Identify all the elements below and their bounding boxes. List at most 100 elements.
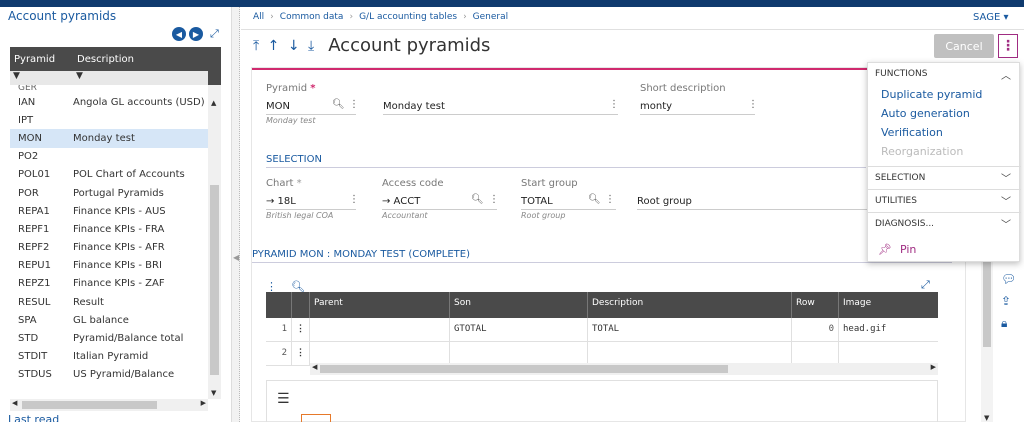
pyramid-description: Angola GL accounts (USD) (73, 96, 205, 108)
list-item[interactable]: REPU1 Finance KPIs - BRI (10, 257, 208, 275)
list-vscroll[interactable]: ▲ ▼ (208, 85, 221, 399)
scroll-left-icon[interactable]: ◀ (312, 363, 317, 371)
menu-functions-header[interactable]: FUNCTIONS ︿ (868, 63, 1021, 85)
filter-icon[interactable]: ▼ (13, 71, 20, 81)
list-item[interactable]: SPA GL balance (10, 311, 208, 329)
breadcrumb: All › Common data › G/L accounting table… (253, 12, 508, 22)
menu-utilities-header[interactable]: UTILITIES ﹀ (868, 189, 1021, 211)
pyramid-description: Pyramid/Balance total (73, 333, 184, 345)
search-icon[interactable]: 🔍︎ (471, 194, 484, 205)
kebab-icon[interactable]: ⋮ (489, 194, 499, 205)
panel-splitter[interactable]: ◀ (232, 7, 240, 422)
search-icon[interactable]: 🔍︎ (588, 194, 601, 205)
field-underline (383, 114, 618, 115)
crumb-common-data[interactable]: Common data (280, 12, 344, 22)
filter-icon[interactable]: ▼ (76, 71, 83, 81)
menu-duplicate-pyramid[interactable]: Duplicate pyramid (881, 88, 982, 101)
kebab-icon[interactable]: ⋮ (292, 318, 310, 341)
scroll-left-icon[interactable]: ◀ (12, 399, 17, 407)
access-code-field[interactable]: → ACCT (382, 196, 420, 207)
pyramid-code: RESUL (18, 296, 51, 308)
col-description[interactable]: Description (588, 292, 792, 318)
list-item[interactable]: RESUL Result (10, 293, 208, 311)
expand-icon[interactable]: ⤢ (921, 278, 930, 292)
menu-auto-generation[interactable]: Auto generation (881, 107, 970, 120)
kebab-icon[interactable]: ⋮ (349, 194, 359, 205)
kebab-icon[interactable]: ⋮ (349, 99, 359, 110)
list-item[interactable]: GER (10, 85, 208, 93)
col-parent[interactable]: Parent (310, 292, 450, 318)
col-pyramid[interactable]: Pyramid (10, 54, 73, 65)
chevron-down-icon: ﹀ (1001, 197, 1011, 208)
pyramid-field[interactable]: MON (266, 101, 290, 112)
short-description-field[interactable]: monty (640, 101, 672, 112)
description-field[interactable]: Monday test (383, 101, 445, 112)
scroll-right-icon[interactable]: ▶ (931, 363, 936, 371)
list-item[interactable]: REPA1 Finance KPIs - AUS (10, 202, 208, 220)
last-read-link[interactable]: Last read (8, 413, 59, 422)
start-group-field[interactable]: TOTAL (521, 196, 553, 207)
record-nav-arrows[interactable]: ⤒ ↑ ↓ ⤓ (253, 38, 316, 54)
list-item[interactable]: POL01 POL Chart of Accounts (10, 166, 208, 184)
list-hscroll[interactable]: ◀ ▶ (10, 399, 208, 411)
list-item[interactable]: POR Portugal Pyramids (10, 184, 208, 202)
col-description[interactable]: Description (73, 54, 134, 65)
scroll-thumb[interactable] (22, 401, 157, 409)
next-icon[interactable]: ▶ (189, 27, 203, 41)
col-son[interactable]: Son (450, 292, 588, 318)
pyramid-code: IAN (18, 96, 36, 108)
list-item[interactable]: STDIT Italian Pyramid (10, 348, 208, 366)
access-code-subtext: Accountant (382, 211, 428, 220)
kebab-icon[interactable]: ⋮ (609, 99, 619, 110)
kebab-icon[interactable]: ⋮ (292, 342, 310, 365)
root-group-field[interactable]: Root group (637, 196, 692, 207)
scroll-up-icon[interactable]: ▲ (211, 99, 216, 107)
list-item[interactable]: MON Monday test (10, 129, 208, 148)
scroll-down-icon[interactable]: ▼ (211, 389, 216, 397)
prev-icon[interactable]: ◀ (172, 27, 186, 41)
pin-menu-item[interactable]: 📌︎ Pin (878, 243, 916, 256)
list-item[interactable]: IPT (10, 111, 208, 129)
share-icon[interactable]: ⇪ (1001, 294, 1016, 308)
scroll-right-icon[interactable]: ▶ (201, 399, 206, 407)
crumb-all[interactable]: All (253, 12, 264, 22)
list-item[interactable]: STD Pyramid/Balance total (10, 329, 208, 347)
menu-verification[interactable]: Verification (881, 126, 943, 139)
field-underline (382, 209, 497, 210)
list-item[interactable]: IAN Angola GL accounts (USD) (10, 93, 208, 111)
chart-field[interactable]: → 18L (266, 196, 296, 207)
list-item[interactable]: PO2 (10, 148, 208, 166)
pyramid-description: Portugal Pyramids (73, 187, 164, 199)
scroll-thumb[interactable] (210, 185, 219, 375)
expand-icon[interactable]: ⤢ (210, 27, 219, 41)
scroll-thumb[interactable] (320, 365, 728, 373)
kebab-icon[interactable]: ⋮ (748, 99, 758, 110)
comment-icon[interactable]: 💬︎ (1001, 272, 1016, 286)
chart-label: Chart * (266, 178, 302, 189)
pyramid-code: STDUS (18, 369, 52, 381)
list-item[interactable]: REPF2 Finance KPIs - AFR (10, 239, 208, 257)
list-item[interactable]: REPF1 Finance KPIs - FRA (10, 220, 208, 238)
table-row[interactable]: 1 ⋮ GTOTAL TOTAL 0 head.gif (266, 318, 938, 342)
list-item[interactable]: REPZ1 Finance KPIs - ZAF (10, 275, 208, 293)
scroll-down-icon[interactable]: ▼ (984, 414, 989, 422)
list-item[interactable]: STDUS US Pyramid/Balance (10, 366, 208, 384)
selection-section-title: SELECTION (266, 154, 322, 165)
table-hscroll[interactable]: ◀ ▶ (310, 363, 938, 375)
lock-icon[interactable]: 🔒︎ (1001, 316, 1016, 331)
kebab-icon[interactable]: ⋮ (605, 194, 615, 205)
cancel-button[interactable]: Cancel (934, 34, 994, 58)
more-actions-button[interactable]: ⋮ (998, 34, 1018, 58)
crumb-general[interactable]: General (473, 12, 508, 22)
crumb-gl-tables[interactable]: G/L accounting tables (359, 12, 457, 22)
scroll-thumb[interactable] (983, 257, 991, 347)
hamburger-icon[interactable]: ☰ (277, 391, 290, 407)
col-row[interactable]: Row (792, 292, 839, 318)
menu-diagnosis-header[interactable]: DIAGNOSIS... ﹀ (868, 212, 1021, 234)
col-image[interactable]: Image (839, 292, 938, 318)
pyramid-code: STDIT (18, 351, 48, 363)
search-icon[interactable]: 🔍︎ (332, 99, 345, 110)
menu-selection-header[interactable]: SELECTION ﹀ (868, 166, 1021, 188)
user-menu[interactable]: SAGE ▾ (973, 12, 1008, 23)
collapse-left-icon[interactable]: ◀ (233, 253, 239, 262)
